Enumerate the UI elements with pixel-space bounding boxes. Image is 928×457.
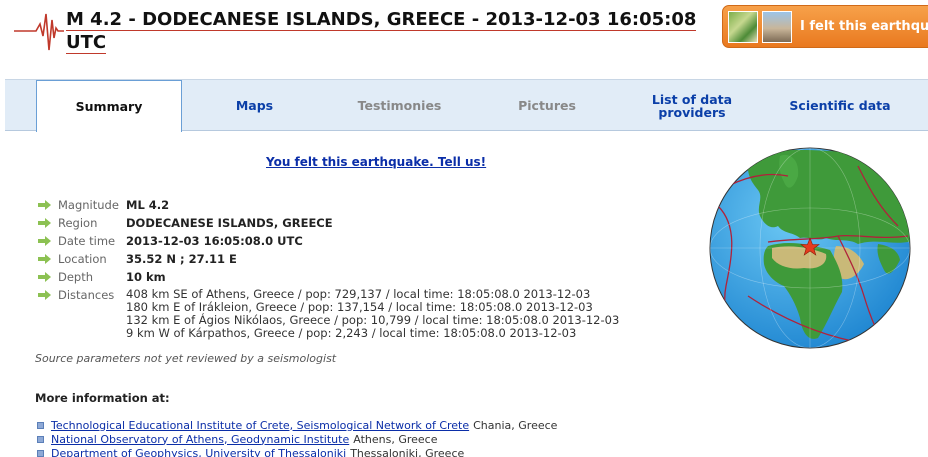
review-note: Source parameters not yet reviewed by a … [35, 352, 337, 365]
event-parameters: Magnitude ML 4.2 Region DODECANESE ISLAN… [38, 198, 619, 340]
tab-pictures[interactable]: Pictures [472, 80, 622, 131]
felt-map-thumbnail-icon [728, 10, 758, 43]
green-arrow-icon [38, 235, 52, 247]
felt-earthquake-button[interactable]: I felt this earthquake [722, 5, 928, 48]
param-label: Distances [58, 288, 115, 302]
param-location: Location 35.52 N ; 27.11 E [38, 252, 619, 270]
square-bullet-icon [37, 421, 44, 429]
tab-summary[interactable]: Summary [36, 80, 182, 132]
institute-link[interactable]: Technological Educational Institute of C… [51, 419, 469, 432]
square-bullet-icon [37, 449, 44, 457]
seismogram-logo-icon [14, 13, 64, 51]
param-distances: Distances 408 km SE of Athens, Greece / … [38, 288, 619, 340]
param-region: Region DODECANESE ISLANDS, GREECE [38, 216, 619, 234]
event-title: M 4.2 - DODECANESE ISLANDS, GREECE - 201… [66, 9, 697, 54]
param-value: DODECANESE ISLANDS, GREECE [126, 216, 333, 230]
param-value: ML 4.2 [126, 198, 170, 212]
distance-line: 9 km W of Kárpathos, Greece / pop: 2,243… [126, 326, 577, 340]
tab-bar: Summary Maps Testimonies Pictures List o… [5, 79, 928, 132]
param-label: Region [58, 216, 98, 230]
felt-button-label: I felt this earthquake [800, 19, 928, 34]
param-value: 2013-12-03 16:05:08.0 UTC [126, 234, 303, 248]
tab-data-providers[interactable]: List of data providers [642, 80, 742, 131]
institute-location: Chania, Greece [473, 418, 558, 432]
institute-location: Athens, Greece [353, 432, 438, 446]
square-bullet-icon [37, 435, 44, 443]
list-item: Technological Educational Institute of C… [37, 418, 557, 432]
tab-scientific-data[interactable]: Scientific data [770, 80, 910, 131]
felt-damage-thumbnail-icon [762, 10, 792, 43]
green-arrow-icon [38, 199, 52, 211]
epicenter-globe-map [709, 147, 911, 349]
more-info-links: Technological Educational Institute of C… [37, 418, 557, 457]
institute-location: Thessaloniki, Greece [350, 446, 465, 457]
green-arrow-icon [38, 271, 52, 283]
green-arrow-icon [38, 217, 52, 229]
distance-list: 408 km SE of Athens, Greece / pop: 729,1… [126, 288, 619, 340]
tell-us-link[interactable]: You felt this earthquake. Tell us! [266, 155, 486, 169]
green-arrow-icon [38, 253, 52, 265]
param-label: Depth [58, 270, 94, 284]
param-magnitude: Magnitude ML 4.2 [38, 198, 619, 216]
param-value: 35.52 N ; 27.11 E [126, 252, 237, 266]
param-depth: Depth 10 km [38, 270, 619, 288]
institute-link[interactable]: National Observatory of Athens, Geodynam… [51, 433, 349, 446]
tab-maps[interactable]: Maps [182, 80, 327, 131]
green-arrow-icon [38, 289, 52, 301]
param-value: 10 km [126, 270, 166, 284]
param-date-time: Date time 2013-12-03 16:05:08.0 UTC [38, 234, 619, 252]
param-label: Location [58, 252, 107, 266]
institute-link[interactable]: Department of Geophysics, University of … [51, 447, 346, 457]
param-label: Date time [58, 234, 116, 248]
list-item: Department of Geophysics, University of … [37, 446, 557, 457]
list-item: National Observatory of Athens, Geodynam… [37, 432, 557, 446]
tab-testimonies[interactable]: Testimonies [327, 80, 472, 131]
param-label: Magnitude [58, 198, 119, 212]
more-info-heading: More information at: [35, 391, 170, 405]
